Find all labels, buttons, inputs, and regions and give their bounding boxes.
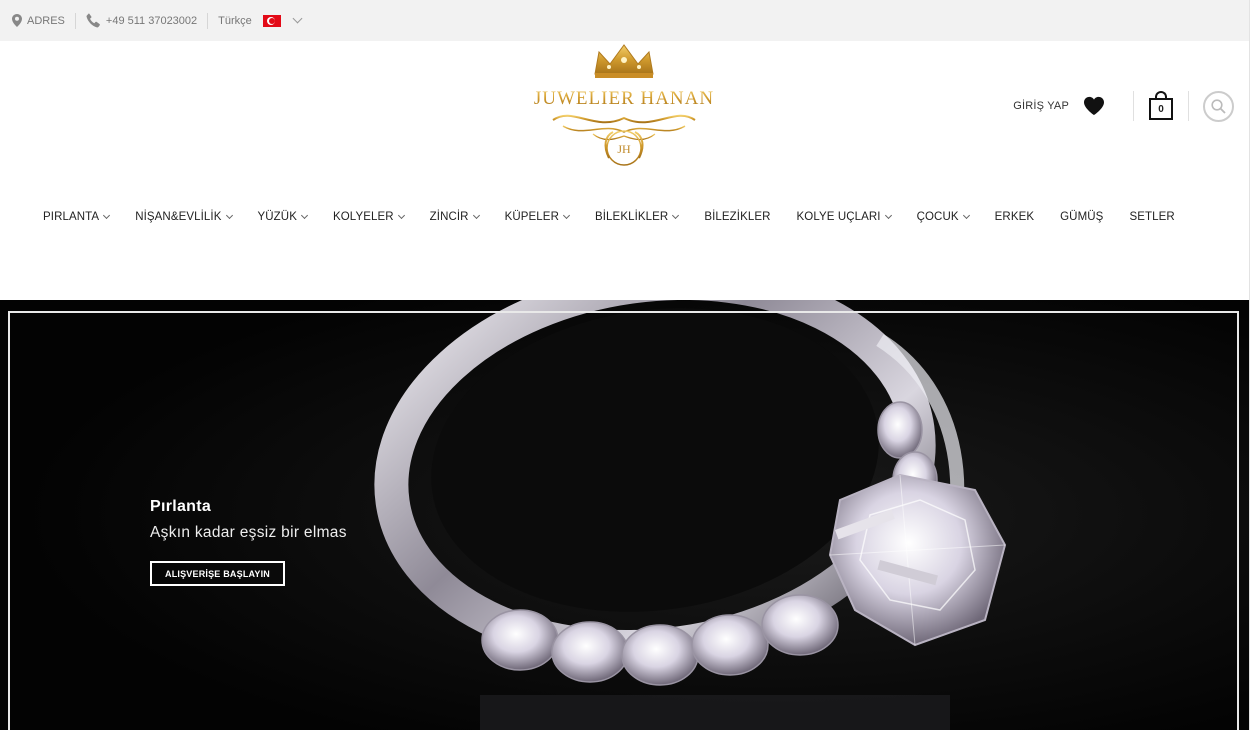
- divider: [1188, 91, 1189, 121]
- turkish-flag-icon: [262, 14, 281, 27]
- hero-frame-border: [8, 311, 1239, 730]
- chevron-down-icon: [300, 211, 309, 220]
- hero-title: Pırlanta: [150, 498, 212, 515]
- nav-label: KOLYE UÇLARI: [796, 211, 881, 223]
- nav-label: ÇOCUK: [916, 211, 959, 223]
- nav-item-kolyeler[interactable]: KOLYELER: [332, 211, 405, 223]
- nav-label: SETLER: [1129, 211, 1175, 223]
- nav-label: NİŞAN&EVLİLİK: [135, 211, 222, 223]
- hero-subtitle: Aşkın kadar eşsiz bir elmas: [150, 524, 347, 541]
- phone-number: +49 511 37023002: [105, 14, 198, 27]
- language-label: Türkçe: [218, 14, 252, 27]
- nav-label: GÜMÜŞ: [1060, 211, 1104, 223]
- nav-item-bilezikler[interactable]: BİLEZİKLER: [704, 211, 770, 223]
- search-icon: [1211, 98, 1226, 114]
- nav-label: BİLEKLİKLER: [594, 211, 669, 223]
- chevron-down-icon: [225, 211, 233, 220]
- phone-icon: [86, 13, 100, 28]
- scrollbar[interactable]: [1249, 0, 1254, 730]
- chevron-down-icon: [962, 211, 970, 220]
- hero-banner[interactable]: Pırlanta Aşkın kadar eşsiz bir elmas ALI…: [0, 300, 1249, 730]
- chevron-down-icon: [672, 211, 680, 220]
- divider: [207, 12, 209, 29]
- nav-label: PIRLANTA: [43, 211, 100, 223]
- chevron-down-icon: [103, 211, 111, 220]
- chevron-down-icon: [397, 211, 405, 220]
- address-link[interactable]: ADRES: [12, 14, 65, 27]
- svg-text:JUWELIER HANAN: JUWELIER HANAN: [534, 88, 714, 109]
- nav-label: BİLEZİKLER: [704, 211, 771, 223]
- nav-item-erkek[interactable]: ERKEK: [995, 211, 1035, 223]
- nav-label: ERKEK: [994, 211, 1035, 223]
- cart-count: 0: [1149, 98, 1173, 120]
- search-button[interactable]: [1203, 90, 1234, 122]
- nav-item-setler[interactable]: SETLER: [1129, 211, 1174, 223]
- wishlist-heart-icon[interactable]: [1083, 96, 1105, 116]
- start-shopping-button[interactable]: ALIŞVERİŞE BAŞLAYIN: [150, 561, 285, 586]
- nav-item-yuzuk[interactable]: YÜZÜK: [257, 211, 309, 223]
- svg-text:JH: JH: [617, 142, 631, 156]
- chevron-down-icon: [292, 13, 303, 24]
- nav-item-kolye-uclari[interactable]: KOLYE UÇLARI: [796, 211, 892, 223]
- nav-item-nisan-evlilik[interactable]: NİŞAN&EVLİLİK: [135, 211, 233, 223]
- chevron-down-icon: [472, 211, 480, 220]
- nav-item-cocuk[interactable]: ÇOCUK: [916, 211, 970, 223]
- nav-item-gumus[interactable]: GÜMÜŞ: [1060, 211, 1103, 223]
- nav-label: KOLYELER: [332, 211, 394, 223]
- top-bar: ADRES +49 511 37023002 Türkçe: [0, 0, 1249, 41]
- logo-graphic: JUWELIER HANAN JH: [534, 44, 714, 166]
- nav-label: YÜZÜK: [257, 211, 297, 223]
- nav-label: ZİNCİR: [429, 211, 469, 223]
- chevron-down-icon: [562, 211, 571, 220]
- login-link[interactable]: GİRİŞ YAP: [1013, 100, 1069, 112]
- map-pin-icon: [12, 14, 22, 27]
- divider: [1133, 91, 1134, 121]
- nav-item-bileklikler[interactable]: BİLEKLİKLER: [594, 211, 680, 223]
- nav-item-zincir[interactable]: ZİNCİR: [429, 211, 480, 223]
- nav-label: KÜPELER: [504, 211, 559, 223]
- address-label: ADRES: [27, 14, 65, 27]
- nav-item-kupeler[interactable]: KÜPELER: [504, 211, 571, 223]
- divider: [74, 12, 76, 29]
- header-actions: GİRİŞ YAP 0: [1013, 88, 1234, 124]
- phone-link[interactable]: +49 511 37023002: [86, 13, 197, 28]
- nav-item-pirlanta[interactable]: PIRLANTA: [43, 211, 111, 223]
- cart-button[interactable]: 0: [1148, 91, 1174, 121]
- site-logo[interactable]: JUWELIER HANAN JH: [533, 42, 715, 170]
- chevron-down-icon: [884, 211, 892, 220]
- main-nav: PIRLANTA NİŞAN&EVLİLİK YÜZÜK KOLYELER Zİ…: [43, 211, 1175, 223]
- language-selector[interactable]: Türkçe: [218, 13, 303, 27]
